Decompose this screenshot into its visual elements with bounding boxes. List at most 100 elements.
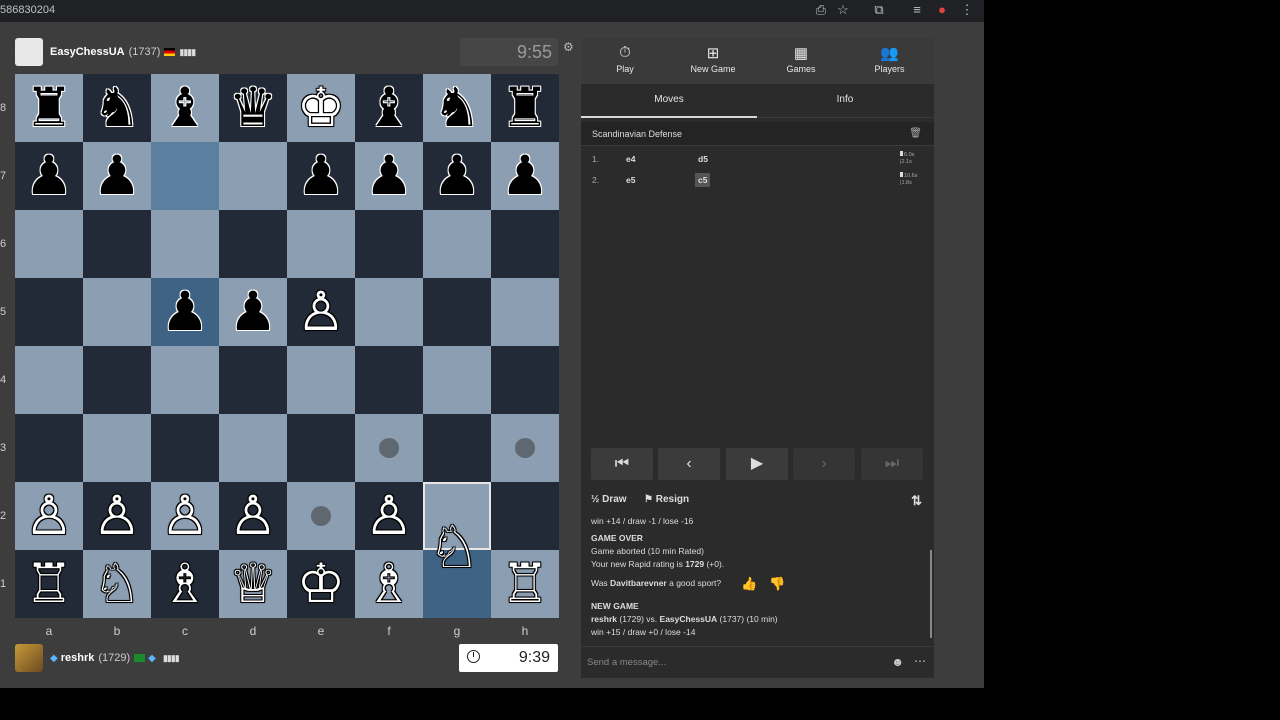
square-h2[interactable] [491, 482, 559, 550]
square-e6[interactable] [287, 210, 355, 278]
chess-piece[interactable]: ♖ [501, 550, 549, 618]
square-c6[interactable] [151, 210, 219, 278]
square-d8[interactable]: ♛ [219, 74, 287, 142]
square-f1[interactable]: ♗ [355, 550, 423, 618]
chess-piece[interactable]: ♚ [297, 74, 345, 142]
white-move[interactable]: e4 [626, 154, 635, 164]
more-icon[interactable]: ⋯ [914, 654, 926, 668]
nav-players[interactable]: 👥 Players [845, 38, 934, 84]
chess-piece[interactable]: ♙ [93, 482, 141, 550]
nav-play[interactable]: ⏱ Play [581, 38, 669, 84]
square-c1[interactable]: ♗ [151, 550, 219, 618]
black-move-current[interactable]: c5 [695, 173, 711, 187]
square-f5[interactable] [355, 278, 423, 346]
media-icon[interactable]: ≡ [908, 2, 926, 17]
trash-icon[interactable]: 🗑 [909, 128, 922, 139]
square-h4[interactable] [491, 346, 559, 414]
chess-piece[interactable]: ♝ [161, 74, 209, 142]
square-b2[interactable]: ♙ [83, 482, 151, 550]
square-d6[interactable] [219, 210, 287, 278]
square-h7[interactable]: ♟ [491, 142, 559, 210]
resign-button[interactable]: ⚑ Resign [644, 494, 689, 505]
white-move[interactable]: e5 [626, 175, 635, 185]
square-f2[interactable]: ♙ [355, 482, 423, 550]
chess-piece[interactable]: ♟ [501, 142, 549, 210]
chess-piece[interactable]: ♘ [93, 550, 141, 618]
chess-piece[interactable]: ♖ [25, 550, 73, 618]
square-b7[interactable]: ♟ [83, 142, 151, 210]
top-player-name[interactable]: EasyChessUA [50, 46, 125, 58]
draw-button[interactable]: ½ Draw [591, 494, 627, 505]
square-e5[interactable]: ♙ [287, 278, 355, 346]
emoji-icon[interactable]: ☻ [891, 655, 904, 669]
profile-icon[interactable]: ● [933, 2, 951, 17]
square-f4[interactable] [355, 346, 423, 414]
square-c7[interactable] [151, 142, 219, 210]
play-button[interactable]: ▶ [726, 448, 788, 480]
legal-move-dot[interactable] [515, 438, 535, 458]
chess-piece[interactable]: ♟ [25, 142, 73, 210]
black-move[interactable]: d5 [695, 152, 711, 166]
square-g7[interactable]: ♟ [423, 142, 491, 210]
square-c3[interactable] [151, 414, 219, 482]
chess-piece[interactable]: ♗ [161, 550, 209, 618]
square-b4[interactable] [83, 346, 151, 414]
square-e2[interactable] [287, 482, 355, 550]
chess-piece[interactable]: ♛ [229, 74, 277, 142]
first-move-button[interactable]: ⏮ [591, 448, 653, 480]
square-a1[interactable]: ♖ [15, 550, 83, 618]
chess-piece[interactable]: ♟ [297, 142, 345, 210]
square-e1[interactable]: ♔ [287, 550, 355, 618]
nav-games[interactable]: ▦ Games [757, 38, 845, 84]
square-d5[interactable]: ♟ [219, 278, 287, 346]
legal-move-dot[interactable] [311, 506, 331, 526]
chess-piece[interactable]: ♟ [229, 278, 277, 346]
square-h1[interactable]: ♖ [491, 550, 559, 618]
square-a6[interactable] [15, 210, 83, 278]
square-e4[interactable] [287, 346, 355, 414]
square-e7[interactable]: ♟ [287, 142, 355, 210]
chess-piece[interactable]: ♝ [365, 74, 413, 142]
bottom-player-avatar[interactable] [15, 644, 43, 672]
chess-piece[interactable]: ♟ [365, 142, 413, 210]
square-e8[interactable]: ♚ [287, 74, 355, 142]
flip-board-icon[interactable]: ⇅ [911, 493, 922, 509]
square-b6[interactable] [83, 210, 151, 278]
square-d2[interactable]: ♙ [219, 482, 287, 550]
square-g8[interactable]: ♞ [423, 74, 491, 142]
square-g3[interactable] [423, 414, 491, 482]
square-f3[interactable] [355, 414, 423, 482]
next-move-button[interactable]: › [793, 448, 855, 480]
chess-piece[interactable]: ♙ [229, 482, 277, 550]
chess-piece[interactable]: ♔ [297, 550, 345, 618]
chess-piece[interactable]: ♞ [433, 74, 481, 142]
square-g5[interactable] [423, 278, 491, 346]
menu-kebab-icon[interactable]: ⋮ [958, 2, 976, 18]
square-b5[interactable] [83, 278, 151, 346]
chess-piece[interactable]: ♙ [25, 482, 73, 550]
square-a8[interactable]: ♜ [15, 74, 83, 142]
chess-piece[interactable]: ♜ [501, 74, 549, 142]
last-move-button[interactable]: ⏭ [861, 448, 923, 480]
chess-piece[interactable]: ♞ [93, 74, 141, 142]
square-g6[interactable] [423, 210, 491, 278]
square-h3[interactable] [491, 414, 559, 482]
square-e3[interactable] [287, 414, 355, 482]
extensions-icon[interactable]: ⧉ [870, 2, 888, 18]
square-d1[interactable]: ♕ [219, 550, 287, 618]
chess-piece[interactable]: ♜ [25, 74, 73, 142]
square-a3[interactable] [15, 414, 83, 482]
square-c5[interactable]: ♟ [151, 278, 219, 346]
square-c8[interactable]: ♝ [151, 74, 219, 142]
nav-new-game[interactable]: ⊞ New Game [669, 38, 757, 84]
address-bar-text[interactable]: 586830204 [0, 4, 55, 16]
sport-player[interactable]: Davitbarevner [610, 578, 667, 588]
chess-piece[interactable]: ♕ [229, 550, 277, 618]
tab-info[interactable]: Info [757, 84, 933, 118]
square-f8[interactable]: ♝ [355, 74, 423, 142]
ng-white[interactable]: reshrk [591, 614, 617, 624]
square-a4[interactable] [15, 346, 83, 414]
square-h8[interactable]: ♜ [491, 74, 559, 142]
chat-scrollbar[interactable] [930, 550, 932, 638]
chess-piece[interactable]: ♗ [365, 550, 413, 618]
